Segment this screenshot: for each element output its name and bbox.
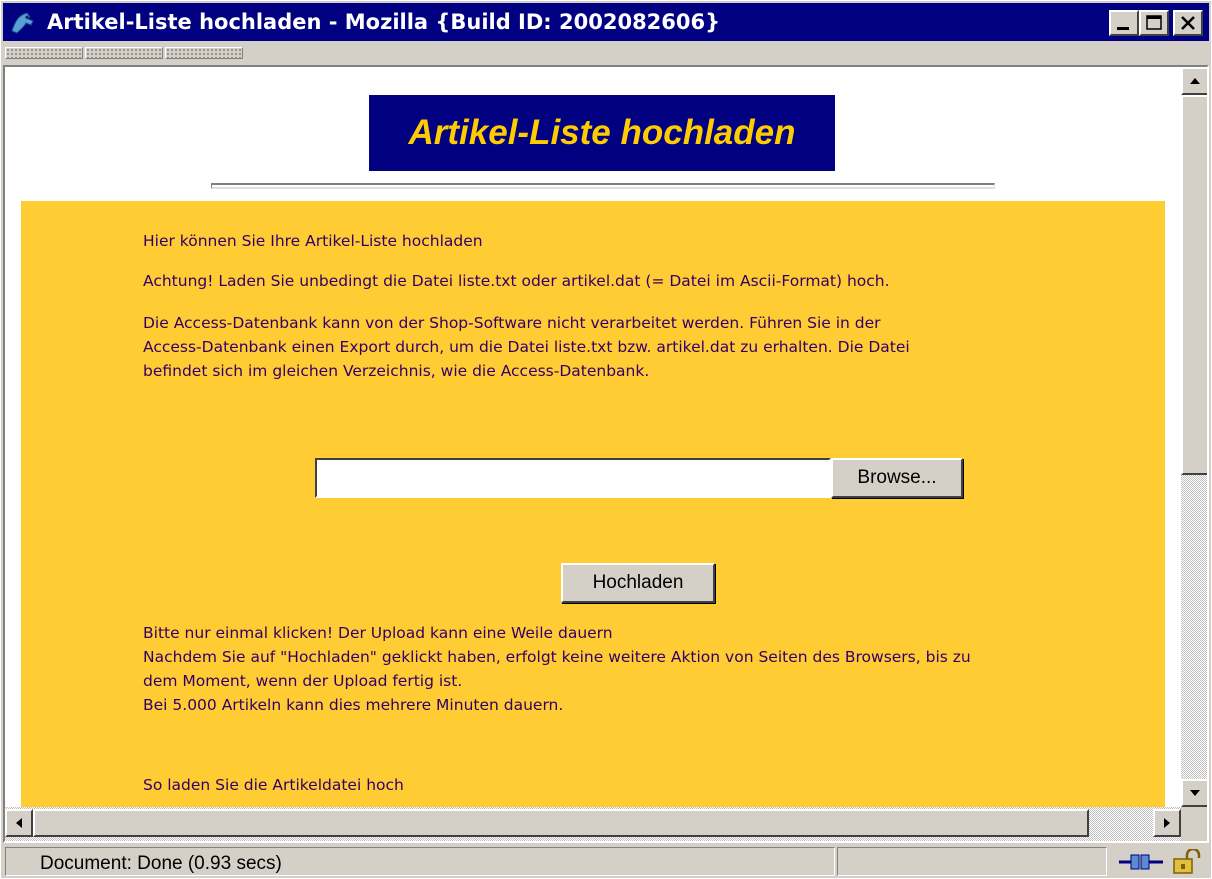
horizontal-scroll-thumb[interactable] (33, 809, 1089, 837)
scroll-right-button[interactable] (1153, 809, 1181, 837)
vertical-scroll-thumb[interactable] (1181, 95, 1207, 475)
arrow-right-icon (1164, 818, 1170, 828)
upload-button[interactable]: Hochladen (561, 563, 715, 603)
toolbar-grippy[interactable] (85, 47, 163, 59)
mozilla-icon[interactable] (9, 9, 37, 37)
web-page: Artikel-Liste hochladen Hier können Sie … (5, 67, 1181, 807)
browse-button[interactable]: Browse... (831, 458, 963, 498)
status-text-pane: Document: Done (0.93 secs) (5, 847, 835, 876)
window-title: Artikel-Liste hochladen - Mozilla {Build… (47, 10, 721, 34)
close-icon (1181, 16, 1195, 30)
content-viewport: Artikel-Liste hochladen Hier können Sie … (3, 65, 1209, 843)
howto-heading: So laden Sie die Artikeldatei hoch (143, 776, 404, 794)
scroll-down-button[interactable] (1181, 779, 1207, 807)
page-title: Artikel-Liste hochladen (408, 113, 796, 152)
toolbar-grippy[interactable] (165, 47, 243, 59)
notice-line: Bei 5.000 Artikeln kann dies mehrere Min… (143, 696, 564, 714)
security-lock-icon[interactable] (1171, 847, 1203, 879)
status-text: Document: Done (0.93 secs) (40, 853, 282, 874)
notice-line: dem Moment, wenn der Upload fertig ist. (143, 672, 463, 690)
connection-plug-icon[interactable] (1117, 849, 1167, 879)
access-info-line: Die Access-Datenbank kann von der Shop-S… (143, 314, 881, 332)
arrow-left-icon (16, 818, 22, 828)
access-info-line: Access-Datenbank einen Export durch, um … (143, 338, 910, 356)
browser-window: Artikel-Liste hochladen - Mozilla {Build… (0, 0, 1212, 879)
toolbar-grippies (3, 43, 1209, 63)
notice-line: Bitte nur einmal klicken! Der Upload kan… (143, 624, 613, 642)
scrollbar-corner (1181, 807, 1207, 841)
scroll-up-button[interactable] (1181, 67, 1207, 95)
page-banner: Artikel-Liste hochladen (369, 95, 835, 171)
horizontal-rule (211, 183, 995, 189)
status-bar: Document: Done (0.93 secs) (3, 845, 1209, 878)
title-bar[interactable]: Artikel-Liste hochladen - Mozilla {Build… (3, 3, 1209, 41)
toolbar-grippy[interactable] (5, 47, 83, 59)
file-path-input[interactable] (315, 458, 831, 498)
warning-text: Achtung! Laden Sie unbedingt die Datei l… (143, 272, 890, 290)
arrow-up-icon (1190, 78, 1200, 84)
close-button[interactable] (1173, 10, 1203, 36)
notice-line: Nachdem Sie auf "Hochladen" geklickt hab… (143, 648, 971, 666)
access-info-line: befindet sich im gleichen Verzeichnis, w… (143, 362, 650, 380)
intro-text: Hier können Sie Ihre Artikel-Liste hochl… (143, 232, 483, 250)
arrow-down-icon (1190, 790, 1200, 796)
scroll-left-button[interactable] (5, 809, 33, 837)
vertical-scrollbar[interactable] (1181, 67, 1207, 807)
status-progress-pane (837, 847, 1107, 876)
minimize-button[interactable] (1109, 10, 1139, 36)
maximize-icon (1146, 15, 1162, 30)
upload-panel: Hier können Sie Ihre Artikel-Liste hochl… (21, 201, 1165, 807)
maximize-button[interactable] (1139, 10, 1169, 36)
minimize-icon (1117, 27, 1129, 30)
horizontal-scrollbar[interactable] (5, 807, 1181, 841)
